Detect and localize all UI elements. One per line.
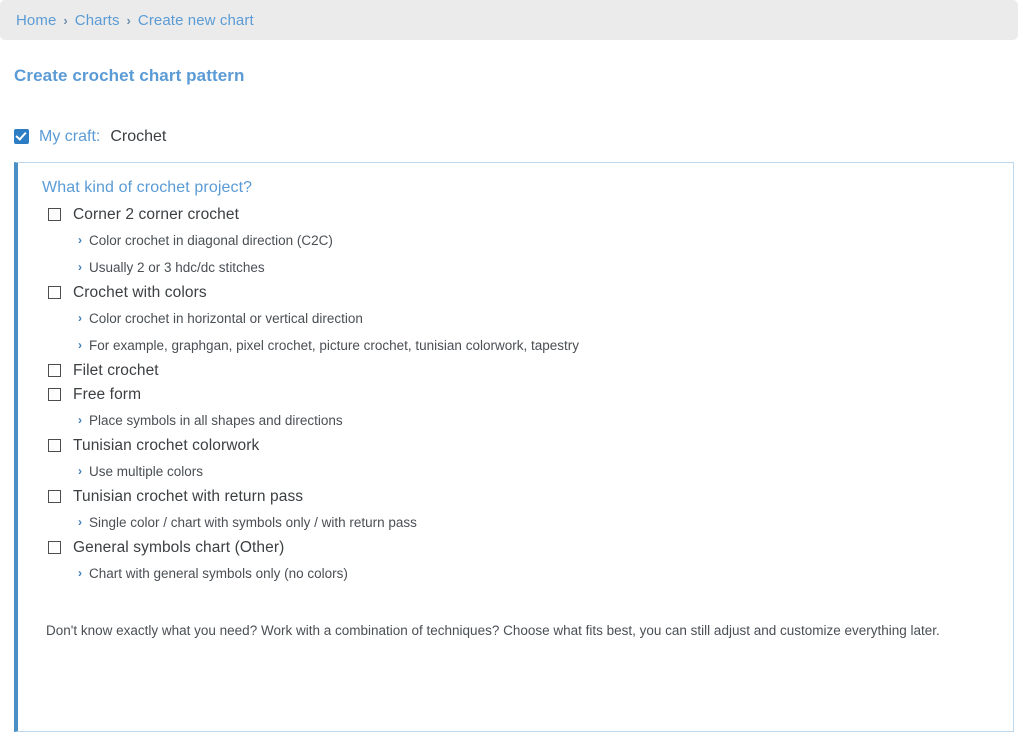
option-label: Filet crochet xyxy=(73,361,159,379)
chevron-right-icon: › xyxy=(78,565,82,580)
breadcrumb: Home › Charts › Create new chart xyxy=(0,0,1018,40)
panel-help-note: Don't know exactly what you need? Work w… xyxy=(46,623,940,639)
option-corner-2-corner-crochet[interactable]: Corner 2 corner crochet xyxy=(18,203,1013,227)
list-item: General symbols chart (Other) › Chart wi… xyxy=(18,536,1013,587)
option-detail: › Use multiple colors xyxy=(18,458,1013,485)
project-type-option-list: Corner 2 corner crochet › Color crochet … xyxy=(18,203,1013,587)
option-detail-label: Chart with general symbols only (no colo… xyxy=(89,565,348,581)
option-crochet-with-colors[interactable]: Crochet with colors xyxy=(18,281,1013,305)
option-detail: › Chart with general symbols only (no co… xyxy=(18,560,1013,587)
list-item: Crochet with colors › Color crochet in h… xyxy=(18,281,1013,359)
checkbox-icon[interactable] xyxy=(48,388,61,402)
checkbox-icon[interactable] xyxy=(48,541,61,555)
chevron-right-icon: › xyxy=(78,412,82,427)
option-label: Corner 2 corner crochet xyxy=(73,205,239,223)
list-item: Free form › Place symbols in all shapes … xyxy=(18,383,1013,434)
list-item: Corner 2 corner crochet › Color crochet … xyxy=(18,203,1013,281)
option-general-symbols-chart-other[interactable]: General symbols chart (Other) xyxy=(18,536,1013,560)
checkbox-icon[interactable] xyxy=(48,286,61,300)
option-detail-label: Single color / chart with symbols only /… xyxy=(89,514,417,530)
checkbox-icon[interactable] xyxy=(48,439,61,453)
list-item: Tunisian crochet colorwork › Use multipl… xyxy=(18,434,1013,485)
my-craft-value: Crochet xyxy=(110,127,167,145)
option-tunisian-crochet-with-return-pass[interactable]: Tunisian crochet with return pass xyxy=(18,485,1013,509)
checkbox-icon[interactable] xyxy=(48,208,61,222)
chevron-right-icon: › xyxy=(78,337,82,352)
option-label: Tunisian crochet with return pass xyxy=(73,487,304,505)
option-detail: › Color crochet in horizontal or vertica… xyxy=(18,305,1013,332)
chevron-right-icon: › xyxy=(78,259,82,274)
breadcrumb-item-charts[interactable]: Charts xyxy=(75,12,120,29)
option-detail-label: For example, graphgan, pixel crochet, pi… xyxy=(89,337,579,353)
option-filet-crochet[interactable]: Filet crochet xyxy=(18,359,1013,383)
option-label: Crochet with colors xyxy=(73,283,207,301)
option-detail-label: Color crochet in diagonal direction (C2C… xyxy=(89,232,333,248)
chevron-right-icon: › xyxy=(126,12,131,28)
chevron-right-icon: › xyxy=(78,232,82,247)
checkbox-icon[interactable] xyxy=(48,364,61,378)
breadcrumb-item-home[interactable]: Home xyxy=(16,12,56,29)
option-detail-label: Color crochet in horizontal or vertical … xyxy=(89,310,363,326)
option-label: Free form xyxy=(73,385,142,403)
option-detail-label: Usually 2 or 3 hdc/dc stitches xyxy=(89,259,265,275)
list-item: Tunisian crochet with return pass › Sing… xyxy=(18,485,1013,536)
option-detail: › Usually 2 or 3 hdc/dc stitches xyxy=(18,254,1013,281)
option-detail: › Color crochet in diagonal direction (C… xyxy=(18,227,1013,254)
my-craft-label: My craft: xyxy=(39,127,101,145)
chevron-right-icon: › xyxy=(63,12,68,28)
breadcrumb-item-create-new-chart[interactable]: Create new chart xyxy=(138,12,254,29)
option-detail: › Place symbols in all shapes and direct… xyxy=(18,407,1013,434)
my-craft-row[interactable]: My craft: Crochet xyxy=(0,98,1024,146)
chevron-right-icon: › xyxy=(78,514,82,529)
option-free-form[interactable]: Free form xyxy=(18,383,1013,407)
chevron-right-icon: › xyxy=(78,463,82,478)
chevron-right-icon: › xyxy=(78,310,82,325)
page-title: Create crochet chart pattern xyxy=(14,66,245,86)
option-tunisian-crochet-colorwork[interactable]: Tunisian crochet colorwork xyxy=(18,434,1013,458)
option-detail: › For example, graphgan, pixel crochet, … xyxy=(18,332,1013,359)
list-item: Filet crochet xyxy=(18,359,1013,383)
project-type-panel: What kind of crochet project? Corner 2 c… xyxy=(14,161,1014,732)
checkbox-icon[interactable] xyxy=(48,490,61,504)
option-label: Tunisian crochet colorwork xyxy=(73,436,260,454)
option-detail-label: Place symbols in all shapes and directio… xyxy=(89,412,343,428)
panel-heading: What kind of crochet project? xyxy=(42,178,253,196)
option-detail: › Single color / chart with symbols only… xyxy=(18,509,1013,536)
my-craft-checkbox[interactable] xyxy=(14,129,29,145)
option-label: General symbols chart (Other) xyxy=(73,538,285,556)
option-detail-label: Use multiple colors xyxy=(89,463,204,479)
